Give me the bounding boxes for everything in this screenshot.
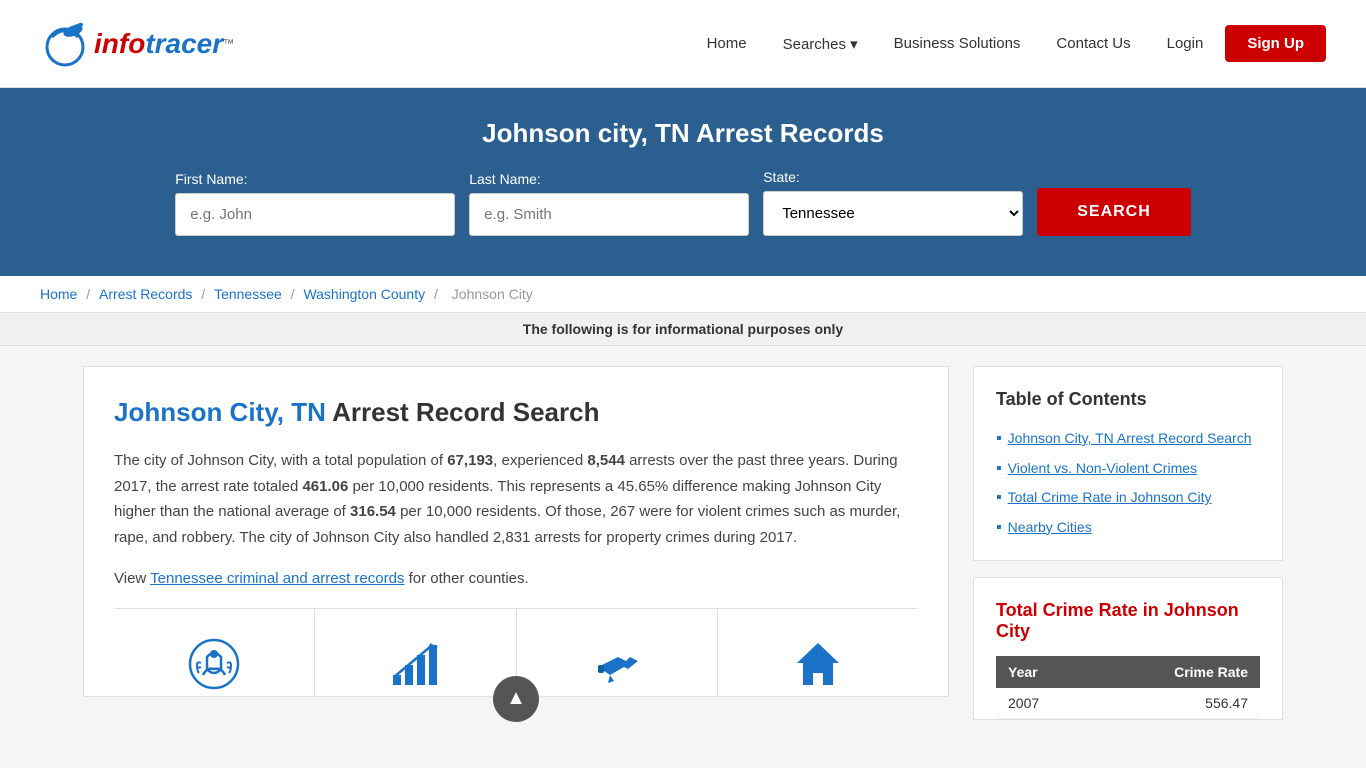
crime-rate-icon [388,637,442,691]
page-title: Johnson city, TN Arrest Records [40,118,1326,149]
toc-heading: Table of Contents [996,389,1260,410]
toc-link[interactable]: Violent vs. Non-Violent Crimes [1008,459,1197,479]
first-name-label: First Name: [175,171,455,187]
sidebar: Table of Contents Johnson City, TN Arres… [973,366,1283,720]
toc-item: Violent vs. Non-Violent Crimes [996,454,1260,484]
scroll-top-button[interactable]: ▲ [493,676,539,722]
toc-item: Total Crime Rate in Johnson City [996,483,1260,513]
search-button[interactable]: SEARCH [1037,188,1191,236]
nav-contact[interactable]: Contact Us [1042,27,1144,60]
toc-link[interactable]: Nearby Cities [1008,518,1092,538]
tn-link[interactable]: Tennessee criminal and arrest records [150,570,404,587]
section-heading: Johnson City, TN Arrest Record Search [114,397,918,428]
nav-business[interactable]: Business Solutions [880,27,1035,60]
content-left: Johnson City, TN Arrest Record Search Th… [83,366,949,697]
scroll-top-icon: ▲ [506,687,526,710]
login-button[interactable]: Login [1153,27,1218,60]
searches-chevron-icon: ▾ [850,36,858,53]
signup-button[interactable]: Sign Up [1225,25,1326,62]
toc-link[interactable]: Johnson City, TN Arrest Record Search [1008,429,1252,449]
toc-box: Table of Contents Johnson City, TN Arres… [973,366,1283,561]
site-header: infotracer™ Home Searches ▾ Business Sol… [0,0,1366,88]
logo-icon [40,19,90,69]
state-label: State: [763,169,1023,185]
rate-cell: 556.47 [1091,688,1260,719]
weapons-icon-cell [517,609,718,699]
first-name-input[interactable] [175,193,455,236]
crime-rate-icon-cell [315,609,516,699]
arrests-icon-cell [114,609,315,699]
crime-table: Year Crime Rate 2007556.47 [996,656,1260,719]
main-content: Johnson City, TN Arrest Record Search Th… [43,366,1323,720]
toc-item: Nearby Cities [996,513,1260,543]
toc-list: Johnson City, TN Arrest Record Search Vio… [996,424,1260,542]
last-name-label: Last Name: [469,171,749,187]
hero-section: Johnson city, TN Arrest Records First Na… [0,88,1366,276]
arrests-icon [187,637,241,691]
last-name-input[interactable] [469,193,749,236]
toc-item: Johnson City, TN Arrest Record Search [996,424,1260,454]
breadcrumb-county[interactable]: Washington County [303,286,425,302]
year-col-header: Year [996,656,1091,688]
toc-link[interactable]: Total Crime Rate in Johnson City [1008,488,1212,508]
info-bar: The following is for informational purpo… [0,313,1366,346]
property-icon-cell [718,609,918,699]
state-select[interactable]: Tennessee Alabama Alaska Arizona Arkansa… [763,191,1023,236]
table-row: 2007556.47 [996,688,1260,719]
nav-searches[interactable]: Searches ▾ [769,27,872,61]
crime-rate-box: Total Crime Rate in Johnson City Year Cr… [973,577,1283,720]
year-cell: 2007 [996,688,1091,719]
rate-col-header: Crime Rate [1091,656,1260,688]
breadcrumb-arrest[interactable]: Arrest Records [99,286,192,302]
property-icon [791,637,845,691]
state-group: State: Tennessee Alabama Alaska Arizona … [763,169,1023,236]
logo: infotracer™ [40,19,234,69]
breadcrumb: Home / Arrest Records / Tennessee / Wash… [0,276,1366,313]
last-name-group: Last Name: [469,171,749,236]
nav-home[interactable]: Home [693,27,761,60]
weapons-icon [590,637,644,691]
search-form: First Name: Last Name: State: Tennessee … [133,169,1233,236]
crime-rate-heading: Total Crime Rate in Johnson City [996,600,1260,642]
view-records-line: View Tennessee criminal and arrest recor… [114,566,918,592]
main-paragraph: The city of Johnson City, with a total p… [114,448,918,550]
main-nav: Home Searches ▾ Business Solutions Conta… [693,25,1326,62]
logo-text: infotracer™ [94,28,234,60]
first-name-group: First Name: [175,171,455,236]
breadcrumb-state[interactable]: Tennessee [214,286,282,302]
breadcrumb-home[interactable]: Home [40,286,77,302]
breadcrumb-city: Johnson City [452,286,533,302]
